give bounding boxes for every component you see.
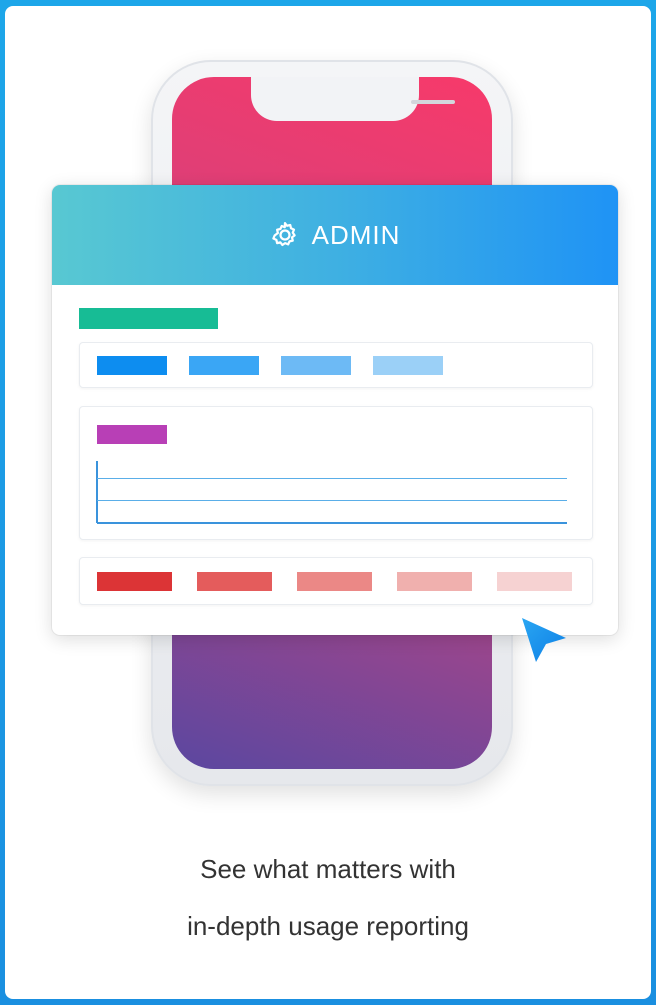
chart-card [79, 406, 593, 540]
stat-block [373, 356, 443, 375]
chart-gridline [97, 478, 567, 479]
section-title-bar [79, 308, 218, 329]
phone-notch [251, 77, 455, 121]
stat-block [97, 572, 172, 591]
admin-panel: ADMIN [52, 185, 618, 635]
chart-gridline [97, 522, 567, 524]
stat-block [497, 572, 572, 591]
caption-line-2: in-depth usage reporting [187, 911, 469, 941]
chart-axis [96, 461, 98, 523]
stat-block [281, 356, 351, 375]
admin-header: ADMIN [52, 185, 618, 285]
chart-gridline [97, 500, 567, 501]
stat-block [397, 572, 472, 591]
chart-label-bar [97, 425, 167, 444]
phone-speaker [411, 100, 455, 104]
gear-icon [271, 222, 296, 247]
stat-block [197, 572, 272, 591]
admin-title: ADMIN [311, 219, 401, 250]
stat-block [97, 356, 167, 375]
stat-block [189, 356, 259, 375]
red-stats-row [79, 557, 593, 605]
blue-stats-row [79, 342, 593, 388]
caption-line-1: See what matters with [200, 854, 456, 884]
cursor-icon [522, 618, 566, 662]
stat-block [297, 572, 372, 591]
